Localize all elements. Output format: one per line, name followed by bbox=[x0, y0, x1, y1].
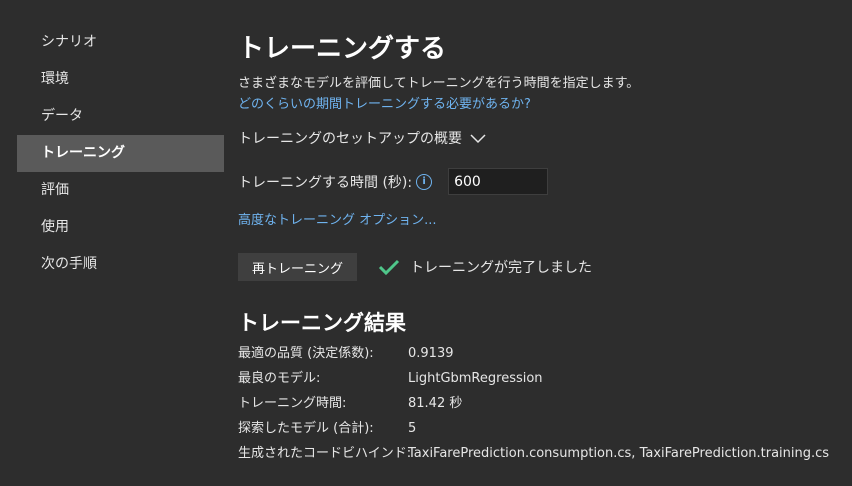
status-text: トレーニングが完了しました bbox=[410, 260, 592, 276]
result-key: トレーニング時間: bbox=[238, 396, 347, 411]
training-setup-summary-toggle[interactable]: トレーニングのセットアップの概要 bbox=[238, 128, 486, 148]
sidebar-item-label: データ bbox=[41, 108, 83, 124]
result-value: TaxiFarePrediction.consumption.cs, TaxiF… bbox=[408, 446, 830, 461]
result-value: 0.9139 bbox=[408, 346, 454, 361]
result-value: 81.42 秒 bbox=[408, 396, 463, 411]
results-title: トレーニング結果 bbox=[238, 311, 406, 335]
result-row-training-time: トレーニング時間: 81.42 秒 bbox=[238, 391, 829, 416]
result-value: 5 bbox=[408, 421, 417, 436]
page-description: さまざまなモデルを評価してトレーニングを行う時間を指定します。 bbox=[238, 76, 640, 91]
training-time-row: トレーニングする時間 (秒): i bbox=[238, 168, 549, 195]
result-row-best-quality: 最適の品質 (決定係数): 0.9139 bbox=[238, 341, 829, 366]
checkmark-icon bbox=[378, 259, 400, 276]
result-key: 探索したモデル (合計): bbox=[238, 421, 374, 436]
sidebar-item-evaluate[interactable]: 評価 bbox=[17, 172, 224, 209]
sidebar: シナリオ 環境 データ トレーニング 評価 使用 次の手順 bbox=[17, 24, 224, 283]
result-key: 最適の品質 (決定係数): bbox=[238, 346, 374, 361]
sidebar-item-label: シナリオ bbox=[41, 34, 97, 50]
result-key: 生成されたコードビハインド: bbox=[238, 446, 412, 461]
retrain-button[interactable]: 再トレーニング bbox=[238, 253, 358, 281]
summary-toggle-label: トレーニングのセットアップの概要 bbox=[238, 131, 462, 147]
result-row-models-explored: 探索したモデル (合計): 5 bbox=[238, 416, 829, 441]
result-row-best-model: 最良のモデル: LightGbmRegression bbox=[238, 366, 829, 391]
sidebar-item-label: 使用 bbox=[41, 219, 69, 235]
chevron-down-icon bbox=[470, 134, 486, 144]
sidebar-item-environment[interactable]: 環境 bbox=[17, 61, 224, 98]
training-time-label: トレーニングする時間 (秒): bbox=[238, 174, 413, 191]
sidebar-item-label: 次の手順 bbox=[41, 256, 97, 272]
page-title: トレーニングする bbox=[238, 34, 447, 64]
training-duration-help-link[interactable]: どのくらいの期間トレーニングする必要があるか? bbox=[238, 93, 531, 112]
training-time-input[interactable] bbox=[448, 168, 549, 195]
result-key: 最良のモデル: bbox=[238, 371, 321, 386]
advanced-training-options-link[interactable]: 高度なトレーニング オプション... bbox=[238, 209, 437, 228]
result-value: LightGbmRegression bbox=[408, 371, 543, 386]
sidebar-item-train[interactable]: トレーニング bbox=[17, 135, 224, 172]
result-row-generated-code: 生成されたコードビハインド: TaxiFarePrediction.consum… bbox=[238, 441, 829, 466]
results-table: 最適の品質 (決定係数): 0.9139 最良のモデル: LightGbmReg… bbox=[238, 341, 829, 466]
training-status: トレーニングが完了しました bbox=[378, 257, 592, 277]
sidebar-item-label: 環境 bbox=[41, 71, 69, 87]
sidebar-item-data[interactable]: データ bbox=[17, 98, 224, 135]
sidebar-item-consume[interactable]: 使用 bbox=[17, 209, 224, 246]
sidebar-item-label: 評価 bbox=[41, 182, 69, 198]
sidebar-item-scenario[interactable]: シナリオ bbox=[17, 24, 224, 61]
info-icon[interactable]: i bbox=[416, 173, 433, 190]
sidebar-item-label: トレーニング bbox=[41, 145, 125, 161]
sidebar-item-next-steps[interactable]: 次の手順 bbox=[17, 246, 224, 283]
app-window: シナリオ 環境 データ トレーニング 評価 使用 次の手順 トレーニングする さ… bbox=[0, 0, 852, 486]
